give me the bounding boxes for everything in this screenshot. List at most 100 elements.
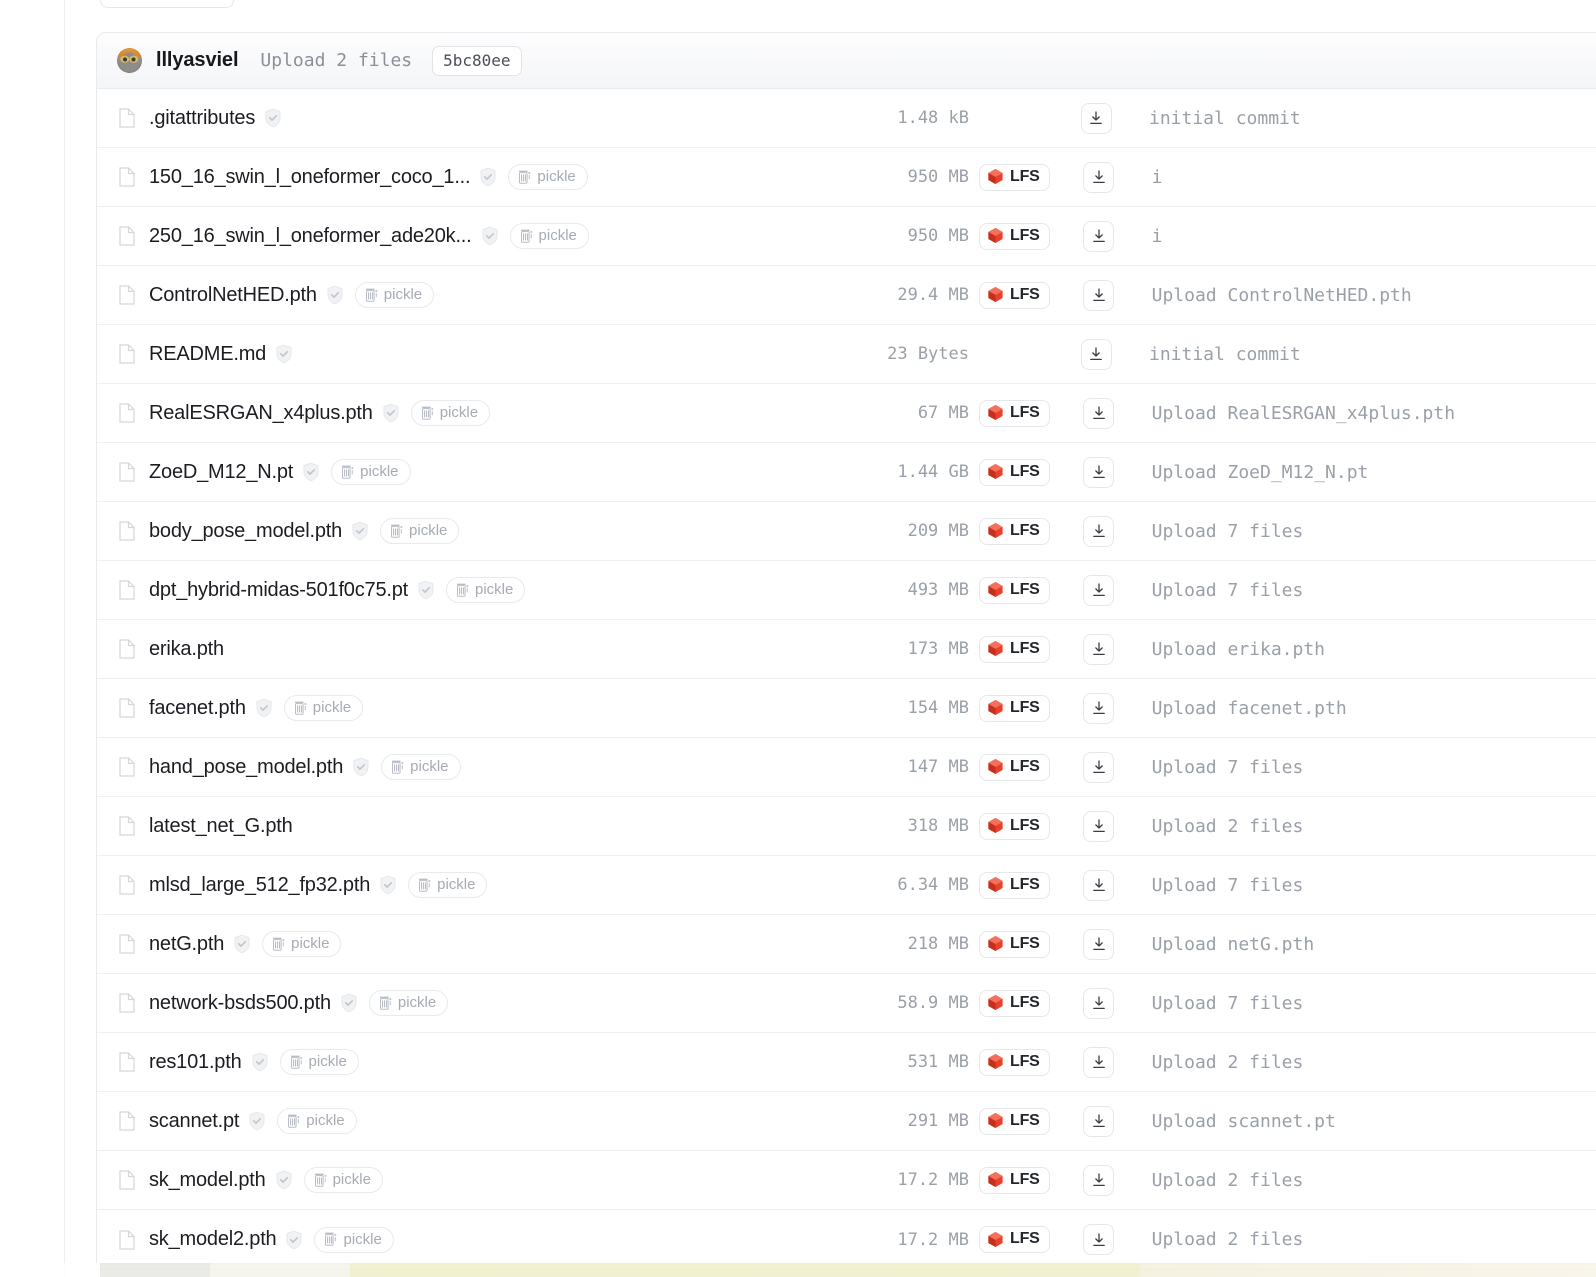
file-commit-message[interactable]: Upload ControlNetHED.pth xyxy=(1148,285,1596,306)
file-name-link[interactable]: 150_16_swin_l_oneformer_coco_1... xyxy=(149,166,471,189)
lfs-badge[interactable]: LFS xyxy=(979,1166,1050,1194)
file-commit-message[interactable]: initial commit xyxy=(1145,108,1596,129)
file-commit-message[interactable]: Upload 7 files xyxy=(1148,993,1596,1014)
download-icon[interactable] xyxy=(1091,523,1107,539)
table-row[interactable]: 150_16_swin_l_oneformer_coco_1... pickle 9… xyxy=(97,148,1596,207)
download-button[interactable] xyxy=(1083,692,1115,724)
pickle-badge[interactable]: pickle xyxy=(380,518,460,544)
lfs-badge[interactable]: LFS xyxy=(979,930,1050,958)
download-icon[interactable] xyxy=(1088,110,1104,126)
file-commit-message[interactable]: i xyxy=(1148,226,1596,247)
download-button[interactable] xyxy=(1083,515,1115,547)
file-commit-message[interactable]: i xyxy=(1148,167,1596,188)
download-icon[interactable] xyxy=(1091,228,1107,244)
lfs-badge[interactable]: LFS xyxy=(979,989,1050,1017)
download-button[interactable] xyxy=(1083,397,1115,429)
file-commit-message[interactable]: Upload netG.pth xyxy=(1148,934,1596,955)
shield-check-icon[interactable] xyxy=(255,698,273,718)
shield-check-icon[interactable] xyxy=(479,167,497,187)
file-commit-message[interactable]: Upload erika.pth xyxy=(1148,639,1596,660)
download-button[interactable] xyxy=(1083,1164,1115,1196)
file-commit-message[interactable]: Upload 2 files xyxy=(1148,1229,1596,1250)
lfs-badge[interactable]: LFS xyxy=(979,1107,1050,1135)
shield-check-icon[interactable] xyxy=(302,462,320,482)
download-icon[interactable] xyxy=(1091,405,1107,421)
shield-check-icon[interactable] xyxy=(382,403,400,423)
lfs-badge[interactable]: LFS xyxy=(979,281,1050,309)
download-button[interactable] xyxy=(1080,338,1112,370)
download-button[interactable] xyxy=(1083,751,1115,783)
table-row[interactable]: ZoeD_M12_N.pt pickle 1.44 GB LFS Upload ZoeD… xyxy=(97,443,1596,502)
shield-check-icon[interactable] xyxy=(417,580,435,600)
download-button[interactable] xyxy=(1083,279,1115,311)
table-row[interactable]: sk_model.pth pickle 17.2 MB LFS Upload 2 fil… xyxy=(97,1151,1596,1210)
table-row[interactable]: netG.pth pickle 218 MB LFS Upload netG.pth xyxy=(97,915,1596,974)
commit-sha-badge[interactable]: 5bc80ee xyxy=(432,45,522,76)
pickle-badge[interactable]: pickle xyxy=(408,872,488,898)
shield-check-icon[interactable] xyxy=(379,875,397,895)
pickle-badge[interactable]: pickle xyxy=(331,459,411,485)
shield-check-icon[interactable] xyxy=(264,108,282,128)
download-button[interactable] xyxy=(1083,928,1115,960)
download-icon[interactable] xyxy=(1091,287,1107,303)
pickle-badge[interactable]: pickle xyxy=(446,577,526,603)
file-name-link[interactable]: sk_model2.pth xyxy=(149,1228,277,1251)
lfs-badge[interactable]: LFS xyxy=(979,222,1050,250)
pickle-badge[interactable]: pickle xyxy=(368,990,449,1016)
download-icon[interactable] xyxy=(1091,641,1107,657)
download-button[interactable] xyxy=(1083,1105,1115,1137)
download-button[interactable] xyxy=(1083,456,1115,488)
file-name-link[interactable]: facenet.pth xyxy=(149,697,246,720)
download-icon[interactable] xyxy=(1091,877,1107,893)
file-commit-message[interactable]: initial commit xyxy=(1145,344,1596,365)
table-row[interactable]: latest_net_G.pth 318 MB LFS Upload 2 files xyxy=(97,797,1596,856)
lfs-badge[interactable]: LFS xyxy=(979,576,1050,604)
table-row[interactable]: res101.pth pickle 531 MB LFS Upload 2 files xyxy=(97,1033,1596,1092)
download-icon[interactable] xyxy=(1091,995,1107,1011)
file-commit-message[interactable]: Upload 2 files xyxy=(1148,1052,1596,1073)
file-name-link[interactable]: latest_net_G.pth xyxy=(149,815,293,838)
lfs-badge[interactable]: LFS xyxy=(979,694,1050,722)
file-commit-message[interactable]: Upload 2 files xyxy=(1148,816,1596,837)
download-button[interactable] xyxy=(1083,633,1115,665)
download-icon[interactable] xyxy=(1091,759,1107,775)
file-name-link[interactable]: .gitattributes xyxy=(149,107,255,130)
table-row[interactable]: sk_model2.pth pickle 17.2 MB LFS Upload 2 fi… xyxy=(97,1210,1596,1269)
download-icon[interactable] xyxy=(1091,464,1107,480)
pickle-badge[interactable]: pickle xyxy=(410,400,491,426)
file-commit-message[interactable]: Upload 7 files xyxy=(1148,580,1596,601)
shield-check-icon[interactable] xyxy=(275,1170,293,1190)
table-row[interactable]: .gitattributes 1.48 kB initial commit xyxy=(97,89,1596,148)
table-row[interactable]: scannet.pt pickle 291 MB LFS Upload scannet.… xyxy=(97,1092,1596,1151)
table-row[interactable]: hand_pose_model.pth pickle 147 MB LFS Upload… xyxy=(97,738,1596,797)
file-commit-message[interactable]: Upload scannet.pt xyxy=(1148,1111,1596,1132)
download-button[interactable] xyxy=(1083,987,1115,1019)
file-name-link[interactable]: erika.pth xyxy=(149,638,224,661)
download-icon[interactable] xyxy=(1091,700,1107,716)
download-icon[interactable] xyxy=(1091,1113,1107,1129)
lfs-badge[interactable]: LFS xyxy=(979,635,1050,663)
download-icon[interactable] xyxy=(1091,1232,1107,1248)
table-row[interactable]: RealESRGAN_x4plus.pth pickle 67 MB LFS Uploa… xyxy=(97,384,1596,443)
pickle-badge[interactable]: pickle xyxy=(262,931,342,957)
table-row[interactable]: dpt_hybrid-midas-501f0c75.pt pickle 493 MB… xyxy=(97,561,1596,620)
download-button[interactable] xyxy=(1083,810,1115,842)
pickle-badge[interactable]: pickle xyxy=(381,754,461,780)
shield-check-icon[interactable] xyxy=(275,344,293,364)
file-name-link[interactable]: sk_model.pth xyxy=(149,1169,266,1192)
shield-check-icon[interactable] xyxy=(352,757,370,777)
table-row[interactable]: ControlNetHED.pth pickle 29.4 MB LFS Upload … xyxy=(97,266,1596,325)
download-button[interactable] xyxy=(1080,102,1112,134)
lfs-badge[interactable]: LFS xyxy=(979,812,1050,840)
lfs-badge[interactable]: LFS xyxy=(979,163,1050,191)
download-icon[interactable] xyxy=(1091,1054,1107,1070)
file-commit-message[interactable]: Upload ZoeD_M12_N.pt xyxy=(1148,462,1596,483)
file-name-link[interactable]: netG.pth xyxy=(149,933,224,956)
cat-avatar[interactable] xyxy=(117,48,142,73)
shield-check-icon[interactable] xyxy=(233,934,251,954)
lfs-badge[interactable]: LFS xyxy=(979,458,1050,486)
commit-message[interactable]: Upload 2 files xyxy=(260,50,412,71)
lfs-badge[interactable]: LFS xyxy=(979,871,1050,899)
table-row[interactable]: body_pose_model.pth pickle 209 MB LFS Upload… xyxy=(97,502,1596,561)
pickle-badge[interactable]: pickle xyxy=(509,223,589,249)
